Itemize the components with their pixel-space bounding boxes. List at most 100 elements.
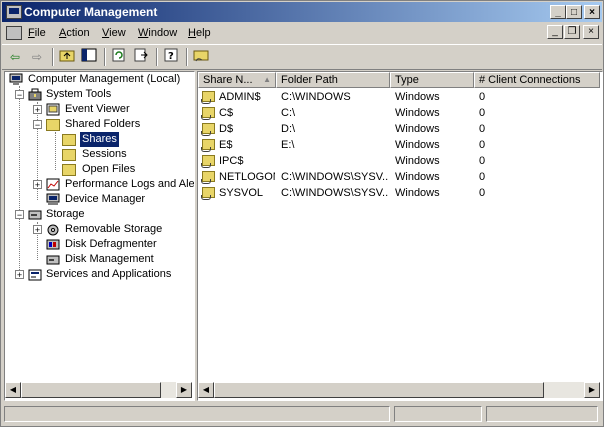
scroll-thumb[interactable]	[214, 382, 544, 398]
help-icon[interactable]: ?	[162, 48, 180, 66]
expand-expander[interactable]: +	[15, 270, 24, 280]
column-header-type[interactable]: Type	[390, 72, 474, 88]
status-panel	[4, 406, 390, 422]
collapse-expander[interactable]: −	[15, 210, 24, 220]
performance-logs-icon	[46, 178, 60, 191]
toolbar-separator	[156, 48, 158, 66]
scroll-left-icon[interactable]: ◀	[5, 382, 21, 398]
menu-view[interactable]: View	[102, 27, 126, 39]
share-name: D$	[219, 123, 234, 135]
share-name: NETLOGON	[219, 171, 275, 183]
shares-list-view[interactable]: Share N... ▲ Folder Path Type # Client C…	[197, 71, 603, 401]
list-item[interactable]: D$ D:\ Windows 0	[198, 121, 598, 137]
tree-label: Open Files	[82, 163, 136, 175]
forward-arrow-icon[interactable]: ⇨	[28, 48, 46, 66]
console-icon[interactable]	[6, 26, 22, 40]
tree-label: Device Manager	[65, 193, 146, 205]
folder-path: C:\WINDOWS	[281, 91, 351, 103]
console-tree[interactable]: Computer Management (Local) − System Too…	[4, 71, 195, 401]
scroll-right-icon[interactable]: ▶	[176, 382, 192, 398]
client-connections: 0	[479, 123, 486, 135]
share-name: C$	[219, 107, 234, 119]
collapse-expander[interactable]: −	[15, 90, 24, 100]
status-panel	[486, 406, 598, 422]
toolbar-separator	[52, 48, 54, 66]
client-connections: 0	[479, 187, 486, 199]
list-item[interactable]: NETLOGON C:\WINDOWS\SYSV... Windows 0	[198, 169, 598, 185]
disk-defragmenter-icon	[46, 238, 60, 250]
services-applications-icon	[28, 268, 42, 281]
list-item[interactable]: ADMIN$ C:\WINDOWS Windows 0	[198, 89, 598, 105]
tree-horizontal-scrollbar[interactable]: ◀ ▶	[5, 382, 192, 398]
list-item[interactable]: C$ C:\ Windows 0	[198, 105, 598, 121]
share-type: Windows	[395, 139, 440, 151]
computer-management-icon[interactable]	[6, 5, 22, 19]
scroll-left-icon[interactable]: ◀	[198, 382, 214, 398]
column-header-label: Share N...	[203, 74, 253, 86]
list-horizontal-scrollbar[interactable]: ◀ ▶	[198, 382, 600, 398]
shared-folder-icon	[201, 91, 215, 104]
menu-file[interactable]: File	[28, 27, 46, 39]
client-connections: 0	[479, 91, 486, 103]
tree-label: Computer Management (Local)	[28, 73, 181, 85]
child-close-button[interactable]: ×	[583, 25, 599, 39]
share-type: Windows	[395, 187, 440, 199]
refresh-icon[interactable]	[110, 48, 128, 66]
tree-label: Shared Folders	[65, 118, 141, 130]
tree-label: Event Viewer	[65, 103, 130, 115]
menu-bar: File Action View Window Help	[2, 23, 602, 43]
toolbox-icon	[28, 88, 42, 101]
share-name: E$	[219, 139, 233, 151]
expand-expander[interactable]: +	[33, 105, 42, 115]
shared-folder-icon	[201, 155, 215, 168]
status-panel	[394, 406, 482, 422]
shared-folder-icon	[46, 119, 60, 131]
folder-path: D:\	[281, 123, 296, 135]
tree-label: Performance Logs and Alerts	[65, 178, 195, 190]
share-name: SYSVOL	[219, 187, 264, 199]
minimize-button[interactable]: _	[550, 5, 566, 19]
tree-label: Services and Applications	[46, 268, 172, 280]
shared-folder-icon	[201, 187, 215, 200]
shared-folder-icon	[201, 123, 215, 136]
open-files-folder-icon	[62, 164, 76, 176]
menu-window[interactable]: Window	[138, 27, 177, 39]
client-connections: 0	[479, 107, 486, 119]
collapse-expander[interactable]: −	[33, 120, 42, 130]
tree-label: Disk Defragmenter	[65, 238, 157, 250]
column-header-label: Type	[395, 74, 419, 86]
list-item[interactable]: E$ E:\ Windows 0	[198, 137, 598, 153]
scroll-thumb[interactable]	[21, 382, 161, 398]
menu-help[interactable]: Help	[188, 27, 211, 39]
child-restore-button[interactable]: ❐	[564, 25, 580, 39]
menu-action[interactable]: Action	[59, 27, 90, 39]
tree-label-selected: Shares	[80, 132, 119, 147]
expand-expander[interactable]: +	[33, 225, 42, 235]
shared-folder-icon	[201, 107, 215, 120]
list-item[interactable]: IPC$ Windows 0	[198, 153, 598, 169]
share-name: ADMIN$	[219, 91, 261, 103]
up-folder-icon[interactable]	[58, 48, 76, 66]
close-button[interactable]: ×	[584, 5, 600, 19]
column-header-folder-path[interactable]: Folder Path	[276, 72, 390, 88]
child-minimize-button[interactable]: _	[547, 25, 563, 39]
column-header-client-connections[interactable]: # Client Connections	[474, 72, 600, 88]
maximize-button[interactable]: □	[566, 5, 582, 19]
share-type: Windows	[395, 171, 440, 183]
title-bar[interactable]: Computer Management _ □ ×	[2, 2, 602, 22]
storage-icon	[28, 208, 42, 220]
removable-storage-icon	[46, 223, 60, 236]
new-share-icon[interactable]	[192, 48, 210, 66]
toolbar-separator	[104, 48, 106, 66]
share-name: IPC$	[219, 155, 244, 167]
expand-expander[interactable]: +	[33, 180, 42, 190]
scroll-right-icon[interactable]: ▶	[584, 382, 600, 398]
column-header-share-name[interactable]: Share N... ▲	[198, 72, 276, 88]
show-hide-tree-icon[interactable]	[80, 48, 98, 66]
export-list-icon[interactable]	[132, 48, 150, 66]
device-manager-icon	[46, 193, 60, 205]
toolbar: ⇦ ⇨ ?	[2, 44, 602, 70]
sessions-folder-icon	[62, 149, 76, 161]
back-arrow-icon[interactable]: ⇦	[6, 48, 24, 66]
list-item[interactable]: SYSVOL C:\WINDOWS\SYSV... Windows 0	[198, 185, 598, 201]
